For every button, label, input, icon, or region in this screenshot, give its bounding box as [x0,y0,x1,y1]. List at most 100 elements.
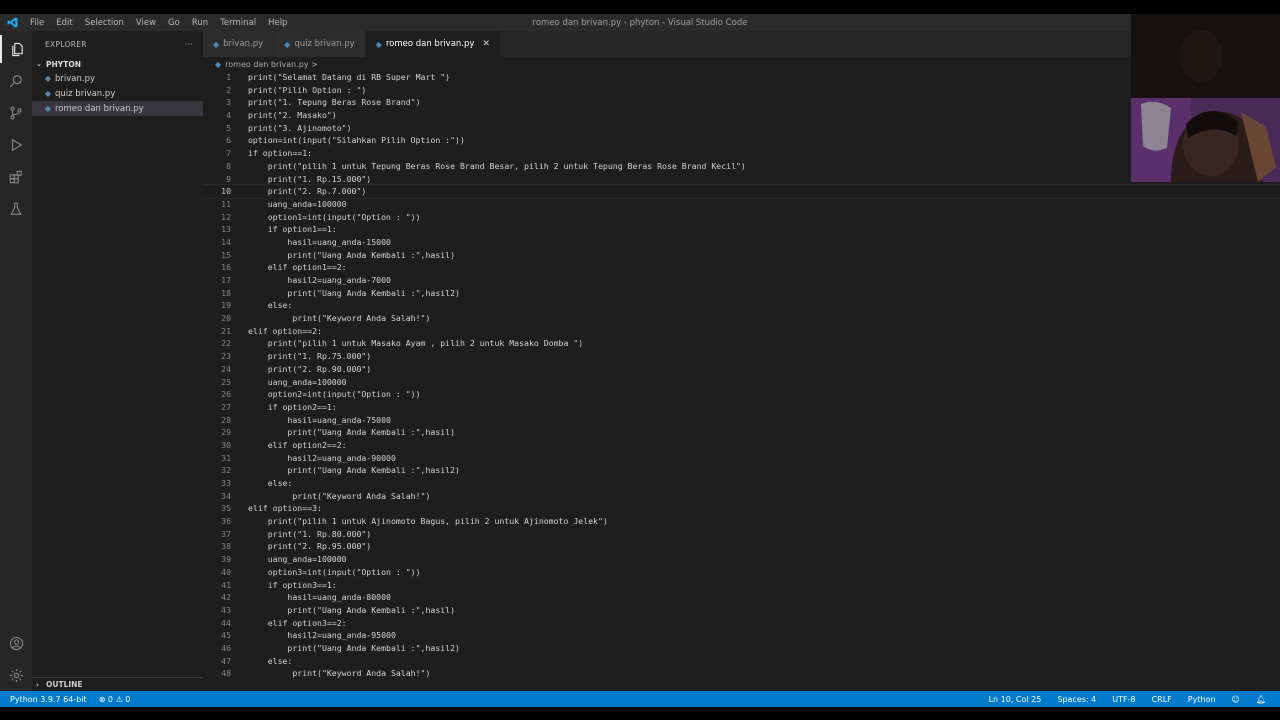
outline-section[interactable]: › OUTLINE [32,677,203,691]
code-line[interactable]: 40 option3=int(input("Option : ")) [203,566,1280,579]
code-text[interactable]: uang_anda=100000 [231,198,347,211]
code-line[interactable]: 45 hasil2=uang_anda-95000 [203,629,1280,642]
code-text[interactable]: uang_anda=100000 [231,376,347,389]
code-line[interactable]: 6 option=int(input("Silahkan Pilih Option… [203,134,1280,147]
code-line[interactable]: 46 print("Uang Anda Kembali :",hasil2) [203,642,1280,655]
code-line[interactable]: 13 if option1==1: [203,223,1280,236]
file-item[interactable]: ◆ brivan.py [32,71,203,86]
code-text[interactable]: elif option3==2: [231,617,347,630]
language-mode[interactable]: Python [1188,695,1216,704]
code-text[interactable]: hasil=uang_anda-80000 [231,591,391,604]
code-text[interactable]: elif option2==2: [231,439,347,452]
encoding[interactable]: UTF-8 [1112,695,1135,704]
code-text[interactable]: else: [231,299,293,312]
code-line[interactable]: 20 print("Keyword Anda Salah!") [203,312,1280,325]
code-text[interactable]: print("pilih 1 untuk Ajinomoto Bagus, pi… [231,515,608,528]
code-line[interactable]: 24 print("2. Rp.90.000") [203,363,1280,376]
code-text[interactable]: print("2. Rp.95.000") [231,540,372,553]
code-line[interactable]: 27 if option2==1: [203,401,1280,414]
code-text[interactable]: print("1. Tepung Beras Rose Brand") [231,96,421,109]
file-item[interactable]: ◆ quiz brivan.py [32,86,203,101]
code-text[interactable]: hasil2=uang_anda-95000 [231,629,395,642]
code-text[interactable]: hasil2=uang_anda-90000 [231,452,395,465]
code-text[interactable]: print("Uang Anda Kembali :",hasil) [231,604,455,617]
code-line[interactable]: 15 print("Uang Anda Kembali :",hasil) [203,249,1280,262]
code-text[interactable]: print("2. Masako") [231,109,337,122]
code-text[interactable]: print("Keyword Anda Salah!") [231,490,430,503]
code-line[interactable]: 8 print("pilih 1 untuk Tepung Beras Rose… [203,160,1280,173]
feedback-icon[interactable]: ☺ [1232,695,1240,704]
folder-phyton[interactable]: ⌄ PHYTON [32,57,203,71]
code-text[interactable]: elif option==3: [231,502,322,515]
code-line[interactable]: 39 uang_anda=100000 [203,553,1280,566]
code-text[interactable]: print("Pilih Option : ") [231,84,366,97]
close-icon[interactable]: ✕ [482,39,490,49]
code-line[interactable]: 29 print("Uang Anda Kembali :",hasil) [203,426,1280,439]
code-text[interactable]: if option2==1: [231,401,337,414]
explorer-icon[interactable] [0,35,32,63]
code-text[interactable]: elif option1==2: [231,261,347,274]
code-line[interactable]: 12 option1=int(input("Option : ")) [203,211,1280,224]
code-line[interactable]: 14 hasil=uang_anda-15000 [203,236,1280,249]
code-line[interactable]: 4 print("2. Masako") [203,109,1280,122]
end-of-line[interactable]: CRLF [1152,695,1172,704]
code-line[interactable]: 26 option2=int(input("Option : ")) [203,388,1280,401]
file-item[interactable]: ◆ romeo dan brivan.py [32,101,203,116]
code-text[interactable]: option=int(input("Silahkan Pilih Option … [231,134,465,147]
code-text[interactable]: print("Uang Anda Kembali :",hasil) [231,249,455,262]
code-line[interactable]: 16 elif option1==2: [203,261,1280,274]
code-line[interactable]: 9 print("1. Rp.15.000") [203,173,1280,186]
python-interpreter[interactable]: Python 3.9.7 64-bit [10,695,87,704]
code-text[interactable]: print("pilih 1 untuk Tepung Beras Rose B… [231,160,746,173]
tab-3[interactable]: ◆ romeo dan brivan.py ✕ [365,31,501,57]
code-text[interactable]: elif option==2: [231,325,322,338]
code-line[interactable]: 35 elif option==3: [203,502,1280,515]
code-line[interactable]: 30 elif option2==2: [203,439,1280,452]
code-line[interactable]: 48 print("Keyword Anda Salah!") [203,667,1280,680]
code-line[interactable]: 21 elif option==2: [203,325,1280,338]
code-text[interactable]: print("Uang Anda Kembali :",hasil2) [231,642,460,655]
account-icon[interactable] [0,629,32,657]
code-line[interactable]: 42 hasil=uang_anda-80000 [203,591,1280,604]
code-line[interactable]: 37 print("1. Rp.80.000") [203,528,1280,541]
notifications-bell-icon[interactable]: 🔔︎ [1256,695,1266,704]
tab-2[interactable]: ◆ quiz brivan.py [274,31,366,57]
code-line[interactable]: 43 print("Uang Anda Kembali :",hasil) [203,604,1280,617]
code-text[interactable]: option1=int(input("Option : ")) [231,211,421,224]
code-text[interactable]: if option3==1: [231,579,337,592]
code-line[interactable]: 3 print("1. Tepung Beras Rose Brand") [203,96,1280,109]
code-line[interactable]: 7 if option==1: [203,147,1280,160]
code-lines[interactable]: 1 print("Selamat Datang di RB Super Mart … [203,71,1280,680]
code-text[interactable]: print("Keyword Anda Salah!") [231,312,430,325]
extensions-icon[interactable] [0,163,32,191]
code-text[interactable]: uang_anda=100000 [231,553,347,566]
code-line[interactable]: 2 print("Pilih Option : ") [203,84,1280,97]
code-text[interactable]: print("Uang Anda Kembali :",hasil2) [231,287,460,300]
code-text[interactable]: print("1. Rp.75.000") [231,350,372,363]
code-line[interactable]: 31 hasil2=uang_anda-90000 [203,452,1280,465]
indentation[interactable]: Spaces: 4 [1057,695,1096,704]
code-line[interactable]: 28 hasil=uang_anda-75000 [203,414,1280,427]
code-line[interactable]: 5 print("3. Ajinomoto") [203,122,1280,135]
more-actions-icon[interactable]: ··· [185,40,193,49]
code-line[interactable]: 47 else: [203,655,1280,668]
settings-gear-icon[interactable] [0,661,32,689]
code-text[interactable]: print("1. Rp.15.000") [231,173,372,186]
code-line[interactable]: 34 print("Keyword Anda Salah!") [203,490,1280,503]
source-control-icon[interactable] [0,99,32,127]
code-text[interactable]: print("pilih 1 untuk Masako Ayam , pilih… [231,337,584,350]
code-text[interactable]: hasil=uang_anda-75000 [231,414,391,427]
code-line[interactable]: 11 uang_anda=100000 [203,198,1280,211]
code-line[interactable]: 36 print("pilih 1 untuk Ajinomoto Bagus,… [203,515,1280,528]
code-line[interactable]: 44 elif option3==2: [203,617,1280,630]
code-text[interactable]: print("Keyword Anda Salah!") [231,667,430,680]
code-line[interactable]: 25 uang_anda=100000 [203,376,1280,389]
code-line[interactable]: 22 print("pilih 1 untuk Masako Ayam , pi… [203,337,1280,350]
code-line[interactable]: 10 print("2. Rp.7.000") [203,184,1280,199]
code-line[interactable]: 38 print("2. Rp.95.000") [203,540,1280,553]
code-text[interactable]: hasil2=uang_anda-7000 [231,274,391,287]
code-text[interactable]: print("2. Rp.90.000") [231,363,372,376]
code-text[interactable]: option2=int(input("Option : ")) [231,388,421,401]
code-text[interactable]: else: [231,655,293,668]
code-text[interactable]: else: [231,477,293,490]
